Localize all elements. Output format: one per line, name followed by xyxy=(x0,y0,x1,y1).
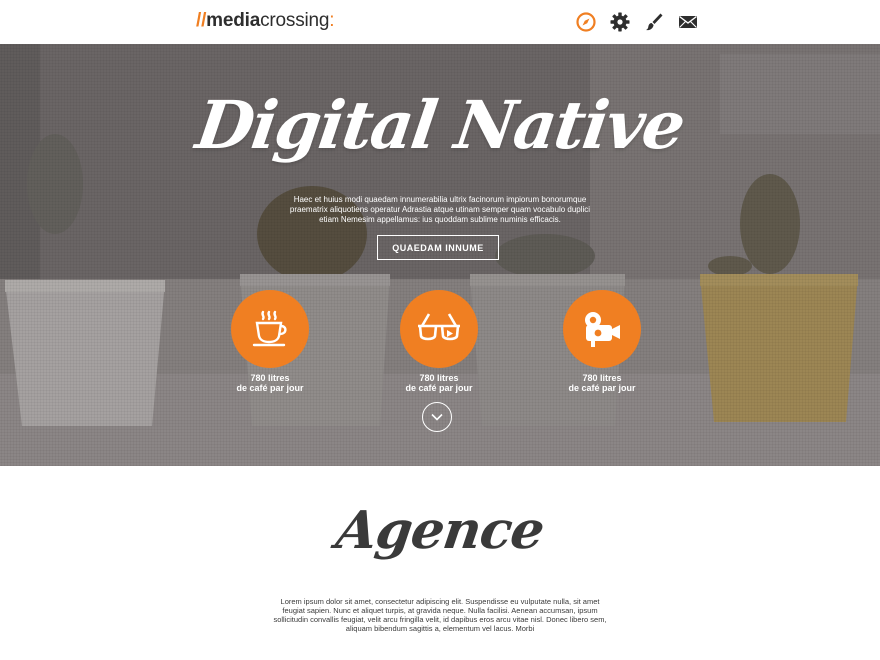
mail-icon xyxy=(679,15,697,28)
feature-icon-circle xyxy=(563,290,641,368)
nav-design-button[interactable] xyxy=(642,10,666,34)
feature-text: 780 litres de café par jour xyxy=(200,373,340,393)
agence-title: Agence xyxy=(332,500,548,561)
hero-title: Digital Native xyxy=(191,86,689,164)
hero-description: Haec et huius modi quaedam innumerabilia… xyxy=(289,195,591,224)
feature-text: 780 litres de café par jour xyxy=(369,373,509,393)
agence-description: Lorem ipsum dolor sit amet, consectetur … xyxy=(273,597,607,633)
hero-section: Digital Native Haec et huius modi quaeda… xyxy=(0,44,880,466)
feature-glasses: 780 litres de café par jour xyxy=(369,290,509,393)
top-nav xyxy=(574,10,700,34)
chevron-down-icon xyxy=(431,413,443,421)
feature-camera: 780 litres de café par jour xyxy=(532,290,672,393)
video-camera-icon xyxy=(585,312,620,347)
feature-stat: 780 litres xyxy=(582,373,622,383)
coffee-cup-icon xyxy=(252,310,287,347)
feature-caption: de café par jour xyxy=(405,383,473,393)
logo-crossing: crossing xyxy=(260,10,330,31)
feature-stat: 780 litres xyxy=(419,373,459,383)
nav-compass-button[interactable] xyxy=(574,10,598,34)
logo-slashes: // xyxy=(196,10,207,31)
feature-coffee: 780 litres de café par jour xyxy=(200,290,340,393)
feature-icon-circle xyxy=(400,290,478,368)
gear-icon xyxy=(610,12,630,32)
glasses-icon xyxy=(418,313,460,341)
hero-cta-button[interactable]: QUAEDAM INNUME xyxy=(377,235,499,260)
top-header: //mediacrossing: xyxy=(0,0,880,44)
nav-contact-button[interactable] xyxy=(676,10,700,34)
nav-settings-button[interactable] xyxy=(608,10,632,34)
logo-colon: : xyxy=(329,10,335,31)
feature-caption: de café par jour xyxy=(236,383,304,393)
feature-icon-circle xyxy=(231,290,309,368)
compass-icon xyxy=(576,12,596,32)
brand-logo[interactable]: //mediacrossing: xyxy=(196,10,335,32)
scroll-down-button[interactable] xyxy=(422,402,452,432)
brush-icon xyxy=(646,13,663,31)
feature-stat: 780 litres xyxy=(250,373,290,383)
logo-media: media xyxy=(206,10,261,31)
feature-text: 780 litres de café par jour xyxy=(532,373,672,393)
feature-caption: de café par jour xyxy=(568,383,636,393)
